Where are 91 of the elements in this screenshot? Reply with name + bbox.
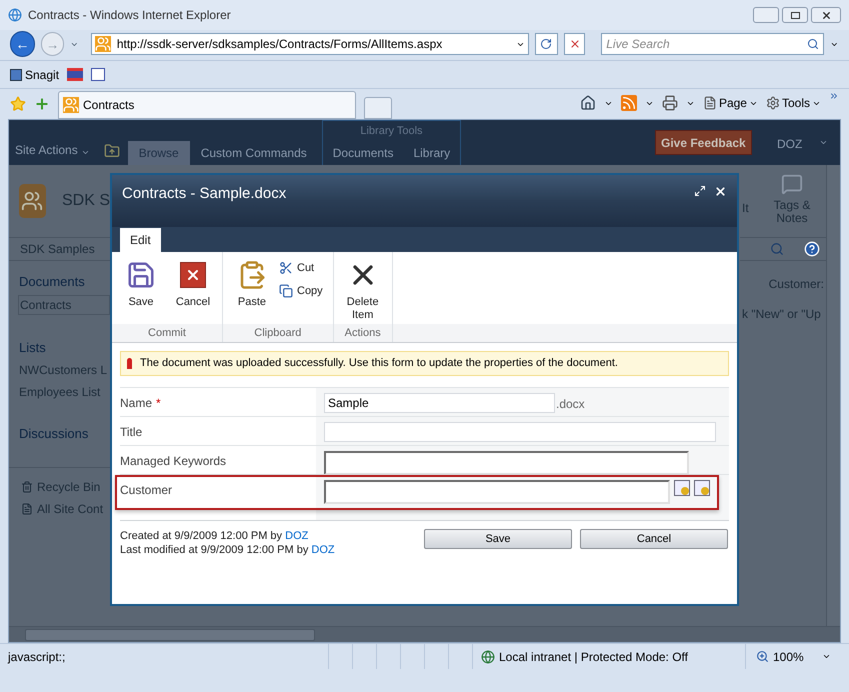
- cancel-icon: [180, 262, 206, 288]
- browser-logo-icon: [8, 8, 22, 22]
- caret-icon[interactable]: [822, 652, 831, 661]
- ribbon-tab[interactable]: Custom Commands: [190, 141, 318, 165]
- text-field[interactable]: Sample: [324, 393, 555, 413]
- browser-tab[interactable]: Contracts: [58, 91, 356, 119]
- group-label: Commit: [112, 324, 222, 342]
- ribbon-button-label: It: [742, 200, 750, 217]
- print-icon[interactable]: [662, 95, 678, 111]
- text-field[interactable]: [324, 451, 689, 475]
- feedback-button[interactable]: Give Feedback: [655, 130, 752, 155]
- page-icon[interactable]: [702, 96, 717, 110]
- ribbon-button[interactable]: Cancel: [168, 258, 218, 309]
- ribbon-button[interactable]: Paste: [227, 258, 277, 309]
- zoom-menu[interactable]: 100%: [773, 648, 804, 666]
- stop-icon[interactable]: [564, 33, 586, 55]
- ribbon-button[interactable]: Copy: [279, 282, 323, 299]
- dialog-title: Contracts - Sample.docx: [122, 184, 286, 204]
- home-icon[interactable]: [580, 95, 596, 111]
- created-info: Created at 9/9/2009 12:00 PM by DOZ: [120, 529, 310, 543]
- document-icon: [21, 503, 33, 515]
- alert-icon: [127, 358, 132, 369]
- search-icon[interactable]: [807, 38, 820, 50]
- nav-heading[interactable]: Lists: [19, 339, 110, 357]
- site-icon: [94, 36, 111, 52]
- speech-bubble-icon: [781, 173, 803, 195]
- zoom-icon[interactable]: [756, 650, 769, 663]
- user-link[interactable]: DOZ: [285, 530, 308, 542]
- field-label: Customer: [120, 482, 172, 499]
- message-text: The document was uploaded successfully. Use this form to update the properties of the document.: [140, 356, 618, 372]
- browse-icon[interactable]: [694, 480, 710, 496]
- file-extension: .docx: [556, 396, 585, 413]
- gear-icon[interactable]: [766, 96, 780, 110]
- maximize-icon[interactable]: [782, 7, 808, 23]
- site-logo-icon: [19, 184, 46, 218]
- ribbon-tab[interactable]: Library: [403, 141, 460, 165]
- tools-menu[interactable]: Tools: [782, 94, 810, 112]
- maximize-icon[interactable]: [694, 185, 706, 197]
- site-actions-menu[interactable]: Site Actions: [15, 141, 78, 159]
- refresh-icon[interactable]: [534, 33, 558, 55]
- nav-heading[interactable]: Documents: [19, 273, 110, 291]
- check-names-icon[interactable]: [674, 480, 690, 496]
- app-icon: [10, 68, 22, 80]
- text-field[interactable]: [324, 480, 670, 504]
- field-label: Managed Keywords: [120, 453, 226, 470]
- form-button[interactable]: Save: [424, 529, 572, 549]
- group-label: Actions: [334, 324, 392, 342]
- window-title: Contracts - Windows Internet Explorer: [28, 7, 231, 24]
- ribbon-tab[interactable]: Edit: [120, 228, 161, 252]
- zone-status: Local intranet | Protected Mode: Off: [499, 648, 688, 666]
- save-icon: [126, 260, 156, 290]
- ribbon-button[interactable]: Save: [116, 258, 166, 309]
- globe-icon: [481, 650, 495, 664]
- group-label: Clipboard: [223, 324, 333, 342]
- modified-info: Last modified at 9/9/2009 12:00 PM by DOZ: [120, 543, 336, 557]
- vertical-scrollbar[interactable]: [826, 165, 840, 626]
- navigate-up-icon[interactable]: [104, 143, 120, 159]
- ribbon-button[interactable]: Delete Item: [338, 258, 388, 322]
- feed-icon[interactable]: [620, 95, 637, 111]
- column-heading: Customer:: [768, 276, 825, 293]
- link-button[interactable]: Snagit: [10, 66, 60, 84]
- close-icon[interactable]: [714, 185, 727, 198]
- context-group-label: Library Tools: [359, 124, 424, 139]
- copy-icon: [279, 284, 293, 298]
- user-menu[interactable]: DOZ: [777, 135, 802, 153]
- toolbar-icon[interactable]: [91, 68, 106, 81]
- page-menu[interactable]: Page: [718, 94, 747, 112]
- required-mark: *: [156, 395, 161, 412]
- field-label: Name: [120, 395, 152, 412]
- ribbon-button[interactable]: Cut: [279, 260, 323, 276]
- search-field[interactable]: Live Search: [601, 33, 824, 55]
- scissors-icon: [279, 261, 293, 276]
- forward-button[interactable]: →: [41, 32, 64, 56]
- add-favorite-icon[interactable]: [34, 96, 50, 112]
- ribbon-tab[interactable]: Documents: [322, 141, 404, 165]
- nav-heading[interactable]: Discussions: [19, 425, 110, 443]
- site-title: SDK S: [62, 191, 110, 211]
- site-icon: [63, 97, 79, 113]
- close-icon[interactable]: [811, 7, 841, 23]
- form-button[interactable]: Cancel: [580, 529, 728, 549]
- hint-text: k "New" or "Up: [742, 306, 822, 323]
- toolbar-icon[interactable]: [67, 68, 84, 81]
- status-text: javascript:;: [8, 648, 66, 666]
- field-label: Title: [120, 424, 142, 441]
- bin-icon: [21, 481, 33, 493]
- address-field[interactable]: http://ssdk-server/sdksamples/Contracts/Forms/AllItems.aspx: [90, 33, 529, 55]
- user-link[interactable]: DOZ: [311, 544, 335, 556]
- help-icon[interactable]: [804, 241, 820, 257]
- horizontal-scrollbar[interactable]: [9, 626, 840, 642]
- back-button[interactable]: ←: [10, 31, 36, 57]
- more-icon[interactable]: [829, 91, 839, 101]
